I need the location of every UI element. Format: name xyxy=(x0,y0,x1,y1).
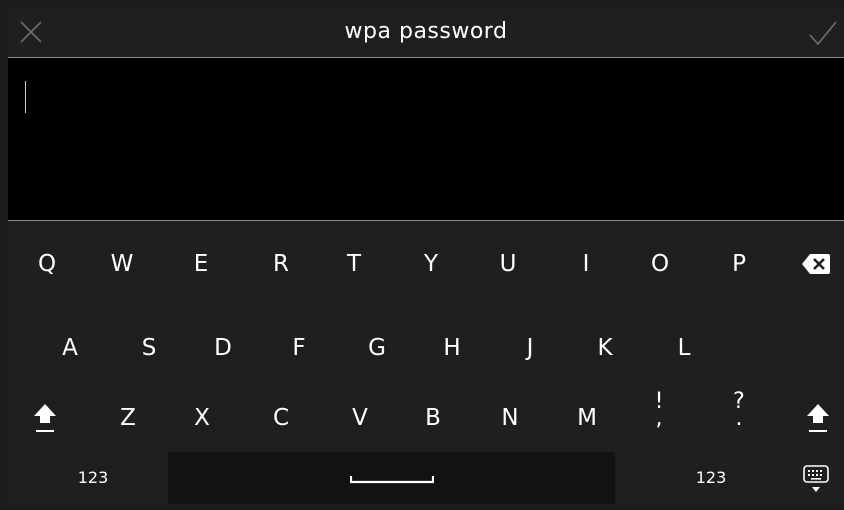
key-d[interactable]: D xyxy=(208,328,238,368)
key-l[interactable]: L xyxy=(669,328,699,368)
on-screen-keyboard: Q W E R T Y U I O P A S D F G H J K L Z … xyxy=(8,221,844,504)
space-bar-icon xyxy=(350,476,434,484)
space-key[interactable] xyxy=(168,452,615,504)
numeric-mode-key-right[interactable]: 123 xyxy=(676,458,746,498)
key-i[interactable]: I xyxy=(571,244,601,284)
key-y[interactable]: Y xyxy=(416,244,446,284)
key-j[interactable]: J xyxy=(515,328,545,368)
password-dialog: wpa password Q W E R T Y U I O P A S D F… xyxy=(8,9,844,504)
shift-key-left[interactable] xyxy=(30,396,60,440)
key-p[interactable]: P xyxy=(724,244,754,284)
key-r[interactable]: R xyxy=(266,244,296,284)
key-k[interactable]: K xyxy=(590,328,620,368)
text-cursor xyxy=(25,81,26,113)
numeric-mode-key-left[interactable]: 123 xyxy=(58,458,128,498)
key-m[interactable]: M xyxy=(569,398,605,438)
backspace-icon xyxy=(802,254,830,274)
key-x[interactable]: X xyxy=(187,398,217,438)
shift-key-right[interactable] xyxy=(803,396,833,440)
shift-icon xyxy=(34,404,56,432)
key-a[interactable]: A xyxy=(55,328,85,368)
key-exclamation-comma[interactable]: ! , xyxy=(644,391,674,443)
key-o[interactable]: O xyxy=(645,244,675,284)
checkmark-icon xyxy=(809,21,837,46)
key-v[interactable]: V xyxy=(345,398,375,438)
key-q[interactable]: Q xyxy=(32,244,62,284)
key-z[interactable]: Z xyxy=(113,398,143,438)
dialog-title: wpa password xyxy=(344,19,508,44)
key-e[interactable]: E xyxy=(186,244,216,284)
key-n[interactable]: N xyxy=(495,398,525,438)
password-input[interactable] xyxy=(8,58,844,220)
key-f[interactable]: F xyxy=(284,328,314,368)
shift-icon xyxy=(807,404,829,432)
key-t[interactable]: T xyxy=(339,244,369,284)
hide-keyboard-key[interactable] xyxy=(801,463,831,497)
key-question-period[interactable]: ? . xyxy=(724,391,754,443)
key-h[interactable]: H xyxy=(437,328,467,368)
key-s[interactable]: S xyxy=(134,328,164,368)
backspace-key[interactable] xyxy=(800,250,832,276)
title-bar: wpa password xyxy=(8,9,844,57)
device-frame: wpa password Q W E R T Y U I O P A S D F… xyxy=(0,0,844,504)
confirm-button[interactable] xyxy=(808,19,838,47)
key-b[interactable]: B xyxy=(418,398,448,438)
keyboard-hide-icon xyxy=(803,465,829,492)
key-period-label: . xyxy=(735,406,743,431)
key-g[interactable]: G xyxy=(361,328,393,368)
key-w[interactable]: W xyxy=(105,244,139,284)
key-comma-label: , xyxy=(655,406,663,431)
key-c[interactable]: C xyxy=(266,398,296,438)
key-u[interactable]: U xyxy=(493,244,523,284)
